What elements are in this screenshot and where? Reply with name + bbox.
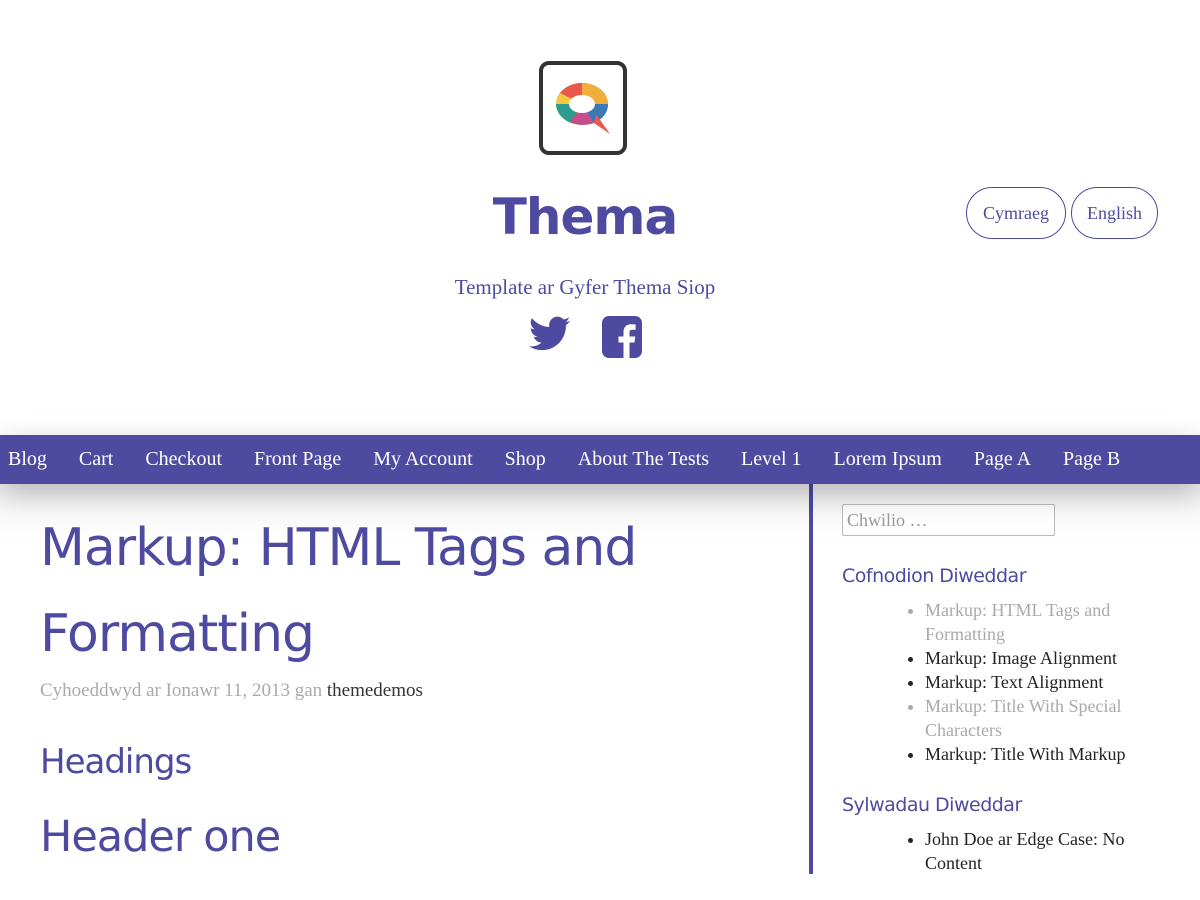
recent-post-link[interactable]: Markup: Title With Markup	[925, 742, 1170, 766]
language-english-button[interactable]: English	[1071, 187, 1158, 239]
nav-item-shop[interactable]: Shop	[505, 448, 546, 471]
sidebar-divider	[809, 484, 813, 874]
nav-item-cart[interactable]: Cart	[79, 448, 113, 471]
recent-post-link[interactable]: Markup: Title With Special Characters	[925, 694, 1170, 742]
recent-comments-title: Sylwadau Diweddar	[842, 794, 1022, 816]
recent-post-link[interactable]: Markup: Text Alignment	[925, 670, 1170, 694]
main-navigation: Blog Cart Checkout Front Page My Account…	[0, 435, 1200, 484]
recent-posts-list: Markup: HTML Tags and Formatting Markup:…	[905, 598, 1170, 766]
post-date: Cyhoeddwyd ar Ionawr 11, 2013 gan	[40, 680, 327, 701]
facebook-icon	[602, 316, 642, 358]
nav-item-checkout[interactable]: Checkout	[145, 448, 222, 471]
nav-item-my-account[interactable]: My Account	[373, 448, 472, 471]
post-meta: Cyhoeddwyd ar Ionawr 11, 2013 gan themed…	[40, 680, 423, 702]
post-title-line-2[interactable]: Formatting	[40, 604, 315, 664]
recent-posts-title: Cofnodion Diweddar	[842, 565, 1027, 587]
language-cymraeg-button[interactable]: Cymraeg	[966, 187, 1066, 239]
nav-item-about-the-tests[interactable]: About The Tests	[578, 448, 709, 471]
nav-item-page-a[interactable]: Page A	[974, 448, 1031, 471]
site-tagline: Template ar Gyfer Thema Siop	[454, 275, 716, 299]
twitter-icon	[529, 316, 571, 351]
post-title-line-1[interactable]: Markup: HTML Tags and	[40, 518, 637, 578]
facebook-link[interactable]	[602, 316, 642, 363]
twitter-link[interactable]	[529, 316, 571, 357]
recent-post-link[interactable]: Markup: HTML Tags and Formatting	[925, 598, 1170, 646]
search-input[interactable]	[842, 504, 1055, 536]
speech-bubble-logo-icon	[556, 83, 610, 134]
section-heading: Headings	[40, 742, 192, 782]
site-logo[interactable]	[539, 61, 627, 155]
nav-item-front-page[interactable]: Front Page	[254, 448, 341, 471]
nav-item-level-1[interactable]: Level 1	[741, 448, 802, 471]
recent-comments-list: John Doe ar Edge Case: No Content	[905, 827, 1170, 873]
nav-item-blog[interactable]: Blog	[8, 448, 47, 471]
nav-item-page-b[interactable]: Page B	[1063, 448, 1120, 471]
header-one: Header one	[40, 812, 281, 862]
nav-item-lorem-ipsum[interactable]: Lorem Ipsum	[834, 448, 942, 471]
post-author-link[interactable]: themedemos	[327, 680, 423, 701]
recent-comment-link[interactable]: John Doe ar Edge Case: No Content	[925, 827, 1170, 873]
recent-post-link[interactable]: Markup: Image Alignment	[925, 646, 1170, 670]
post-title[interactable]: Markup: HTML Tags and Formatting	[40, 505, 780, 677]
